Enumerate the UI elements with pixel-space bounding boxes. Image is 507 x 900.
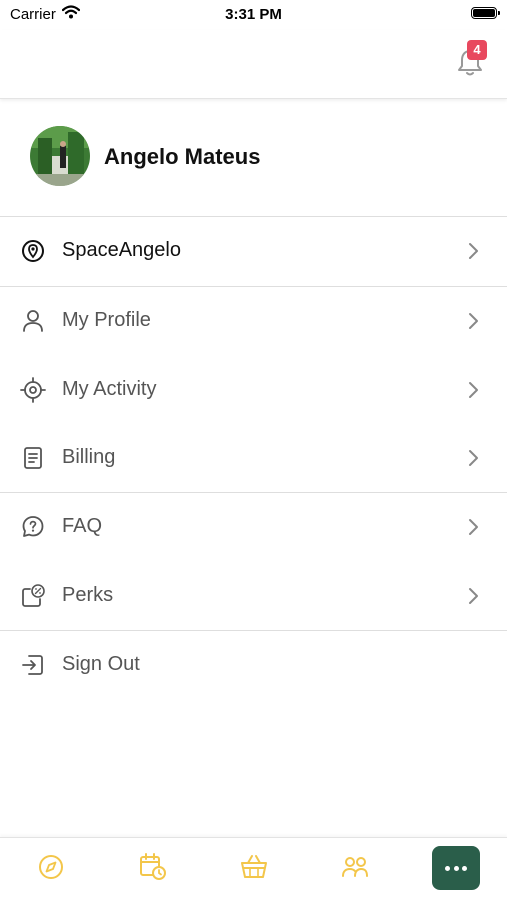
menu-label-perks: Perks [62,584,114,606]
menu-item-faq[interactable]: FAQ [0,493,507,561]
receipt-icon [24,447,42,469]
compass-icon [39,855,63,879]
menu-label-my-profile: My Profile [62,309,151,331]
menu-label-billing: Billing [62,446,116,468]
user-icon [23,310,43,332]
tab-bookings[interactable] [136,850,170,884]
notifications-button[interactable]: 4 [455,40,487,78]
more-icon [445,866,450,871]
chevron-right-icon [469,450,478,466]
menu-label-my-activity: My Activity [62,378,157,400]
target-icon [20,377,46,403]
chevron-right-icon [469,243,478,259]
menu-item-sign-out[interactable]: Sign Out [0,631,507,699]
top-header: 4 [0,30,507,99]
chevron-right-icon [469,313,478,329]
profile-header[interactable]: Angelo Mateus [0,99,507,217]
chevron-right-icon [469,588,478,604]
notification-badge: 4 [467,40,487,60]
more-icon [453,866,459,871]
people-icon [342,857,368,877]
basket-icon [241,855,267,878]
chevron-right-icon [469,519,478,535]
tab-explore[interactable] [34,850,68,884]
question-bubble-icon [22,516,44,537]
menu-item-my-activity[interactable]: My Activity [0,356,507,424]
bottom-tab-bar [0,837,507,900]
more-icon [462,866,467,871]
tab-more[interactable] [432,846,480,890]
location-pin-icon [22,240,44,262]
chevron-right-icon [469,382,478,398]
battery-icon [471,7,500,19]
menu-label-sign-out: Sign Out [62,653,140,675]
menu-item-perks[interactable]: Perks [0,562,507,630]
tab-shop[interactable] [237,850,271,884]
menu-label-faq: FAQ [62,515,103,537]
menu-item-billing[interactable]: Billing [0,424,507,492]
status-bar: Carrier 3:31 PM [0,0,507,30]
sign-out-icon [22,655,43,675]
avatar [30,126,90,186]
discount-tag-icon [22,584,45,607]
calendar-clock-icon [140,853,166,880]
menu-label-space: SpaceAngelo [62,239,181,261]
menu-item-my-profile[interactable]: My Profile [0,287,507,355]
menu-item-space[interactable]: SpaceAngelo [0,217,507,285]
profile-name: Angelo Mateus [104,144,261,169]
tab-community[interactable] [338,850,372,884]
clock: 3:31 PM [225,6,282,23]
